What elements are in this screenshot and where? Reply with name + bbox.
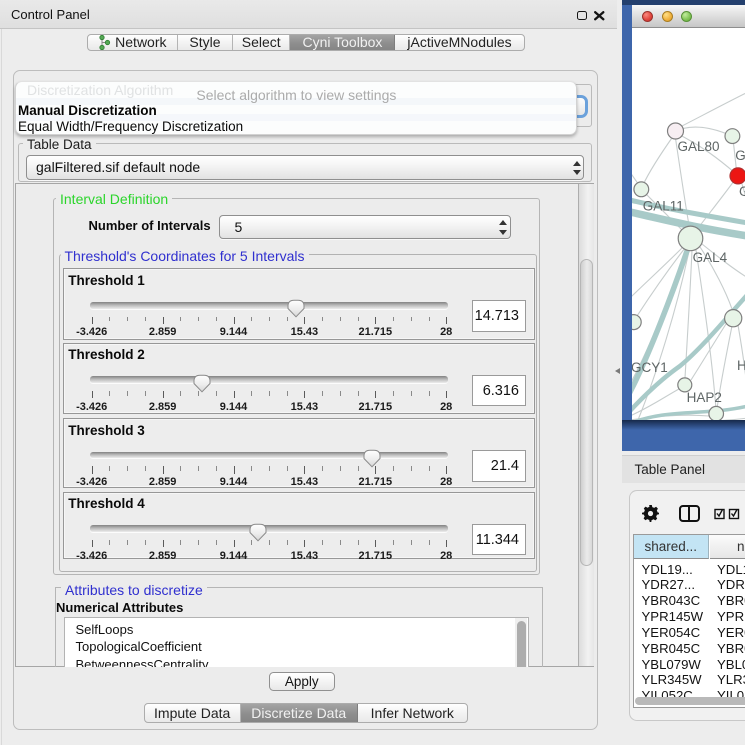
svg-text:HAP2: HAP2	[686, 390, 721, 405]
svg-text:GAL11: GAL11	[642, 198, 683, 213]
svg-text:GCY1: GCY1	[632, 360, 668, 375]
svg-text:GA: GA	[735, 148, 745, 163]
svg-text:H: H	[737, 358, 745, 373]
svg-text:GAL80: GAL80	[677, 139, 719, 154]
svg-text:G: G	[739, 184, 745, 199]
svg-text:GAL4: GAL4	[692, 250, 727, 265]
